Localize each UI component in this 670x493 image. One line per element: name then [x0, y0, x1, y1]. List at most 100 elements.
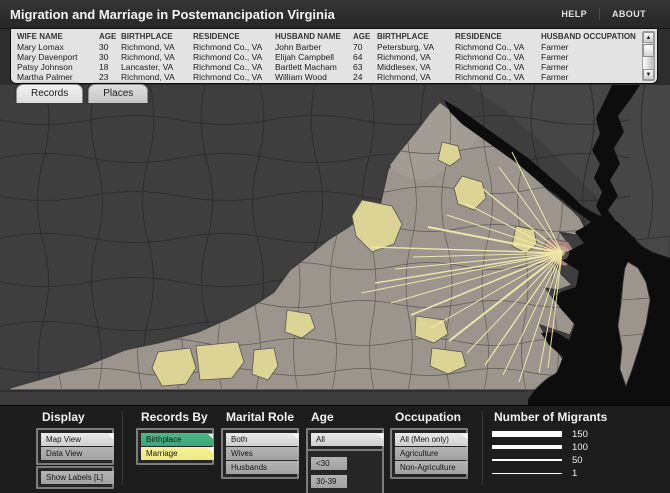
table-cell[interactable]: Middlesex, VA [377, 62, 455, 72]
column-header: AGE [99, 32, 121, 42]
table-cell[interactable]: Richmond Co., VA [455, 62, 541, 72]
table-cell[interactable]: Richmond Co., VA [193, 72, 275, 81]
table-cell[interactable]: Mary Lomax [17, 42, 99, 52]
about-link[interactable]: ABOUT [600, 9, 658, 19]
scrollbar-thumb[interactable] [643, 44, 654, 57]
legend-bar-100 [492, 445, 562, 449]
age-range-group: <3030-39 40-4950+ [306, 449, 384, 493]
occupation-all-button[interactable]: All (Men only) [395, 433, 468, 446]
marriage-button[interactable]: Marriage [141, 447, 214, 460]
title-bar: Migration and Marriage in Postemancipati… [0, 0, 670, 29]
records-by-group: Birthplace Marriage [136, 428, 214, 465]
legend-row: 150 [492, 428, 588, 440]
migration-origin-point [559, 250, 565, 256]
age-under-30-button[interactable]: <30 [311, 457, 347, 470]
table-cell[interactable]: 30 [99, 42, 121, 52]
show-labels-button[interactable]: Show Labels [L] [41, 471, 114, 484]
table-cell[interactable]: 70 [353, 42, 377, 52]
page-title: Migration and Marriage in Postemancipati… [0, 7, 549, 22]
legend-bar-50 [492, 459, 562, 461]
app-window: Migration and Marriage in Postemancipati… [0, 0, 670, 493]
column-header: HUSBAND NAME [275, 32, 353, 42]
data-view-button[interactable]: Data View [41, 447, 114, 460]
both-button[interactable]: Both [226, 433, 299, 446]
legend-bar-150 [492, 431, 562, 437]
table-cell[interactable]: Mary Davenport [17, 52, 99, 62]
occupation-group: All (Men only) Agriculture Non-Agricultu… [390, 428, 468, 479]
age-30-39-button[interactable]: 30-39 [311, 475, 347, 488]
tab-records[interactable]: Records [16, 84, 83, 103]
occupation-header: Occupation [395, 410, 461, 424]
non-agriculture-button[interactable]: Non-Agriculture [395, 461, 468, 474]
table-cell[interactable]: 64 [353, 52, 377, 62]
table-cell[interactable]: Bartlett Macham [275, 62, 353, 72]
control-bar: Display Map View Data View Show Labels [… [0, 405, 670, 493]
north-carolina-strip [0, 391, 528, 405]
agriculture-button[interactable]: Agriculture [395, 447, 468, 460]
table-cell[interactable]: Richmond Co., VA [193, 62, 275, 72]
table-cell[interactable]: Richmond Co., VA [455, 52, 541, 62]
table-cell[interactable]: Richmond, VA [377, 52, 455, 62]
column-header: HUSBAND OCCUPATION [541, 32, 639, 42]
table-cell[interactable]: 18 [99, 62, 121, 72]
legend-value: 1 [572, 468, 577, 479]
help-link[interactable]: HELP [549, 9, 599, 19]
column-header: AGE [353, 32, 377, 42]
legend-value: 100 [572, 442, 588, 453]
wives-button[interactable]: Wives [226, 447, 299, 460]
table-cell[interactable]: William Wood [275, 72, 353, 81]
divider [122, 411, 123, 485]
display-view-group: Map View Data View [36, 428, 114, 465]
legend-value: 50 [572, 455, 583, 466]
table-cell[interactable]: Richmond Co., VA [193, 42, 275, 52]
table-cell[interactable]: John Barber [275, 42, 353, 52]
column-header: RESIDENCE [193, 32, 275, 42]
table-cell[interactable]: Farmer [541, 62, 639, 72]
table-cell[interactable]: 23 [99, 72, 121, 81]
scroll-up-icon[interactable]: ▲ [643, 32, 654, 43]
legend-value: 150 [572, 429, 588, 440]
table-cell[interactable]: Petersburg, VA [377, 42, 455, 52]
legend-bar-1 [492, 473, 562, 474]
table-cell[interactable]: Farmer [541, 52, 639, 62]
table-cell[interactable]: Lancaster, VA [121, 62, 193, 72]
divider [482, 411, 483, 485]
marital-role-header: Marital Role [226, 410, 294, 424]
table-cell[interactable]: 30 [99, 52, 121, 62]
column-header: WIFE NAME [17, 32, 99, 42]
age-all-button[interactable]: All [311, 433, 384, 446]
column-header: BIRTHPLACE [377, 32, 455, 42]
table-cell[interactable]: Richmond Co., VA [455, 72, 541, 81]
table-cell[interactable]: Richmond, VA [121, 52, 193, 62]
table-cell[interactable]: Richmond, VA [121, 42, 193, 52]
records-table-panel: WIFE NAME AGE BIRTHPLACE RESIDENCE HUSBA… [10, 28, 658, 84]
legend-row: 50 [492, 454, 588, 466]
husbands-button[interactable]: Husbands [226, 461, 299, 474]
tab-places[interactable]: Places [88, 84, 148, 103]
birthplace-button[interactable]: Birthplace [141, 433, 214, 446]
table-cell[interactable]: 63 [353, 62, 377, 72]
show-labels-group: Show Labels [L] [36, 466, 114, 489]
scroll-down-icon[interactable]: ▼ [643, 69, 654, 80]
map-view-button[interactable]: Map View [41, 433, 114, 446]
map-container [0, 85, 670, 405]
view-tabs: Records Places [16, 84, 148, 103]
table-cell[interactable]: Farmer [541, 72, 639, 81]
records-table: WIFE NAME AGE BIRTHPLACE RESIDENCE HUSBA… [17, 32, 639, 81]
table-cell[interactable]: Patsy Johnson [17, 62, 99, 72]
table-cell[interactable]: Martha Palmer [17, 72, 99, 81]
map-canvas[interactable] [0, 85, 670, 405]
legend-row: 100 [492, 441, 588, 453]
table-cell[interactable]: Richmond, VA [121, 72, 193, 81]
age-header: Age [311, 410, 334, 424]
table-cell[interactable]: Richmond, VA [377, 72, 455, 81]
table-cell[interactable]: Elijah Campbell [275, 52, 353, 62]
table-cell[interactable]: Richmond Co., VA [455, 42, 541, 52]
table-cell[interactable]: Farmer [541, 42, 639, 52]
legend-row: 1 [492, 467, 588, 479]
table-cell[interactable]: Richmond Co., VA [193, 52, 275, 62]
column-header: BIRTHPLACE [121, 32, 193, 42]
table-scrollbar[interactable]: ▲ ▼ [642, 31, 655, 81]
table-cell[interactable]: 24 [353, 72, 377, 81]
migrants-legend: 150 100 50 1 [492, 428, 588, 480]
